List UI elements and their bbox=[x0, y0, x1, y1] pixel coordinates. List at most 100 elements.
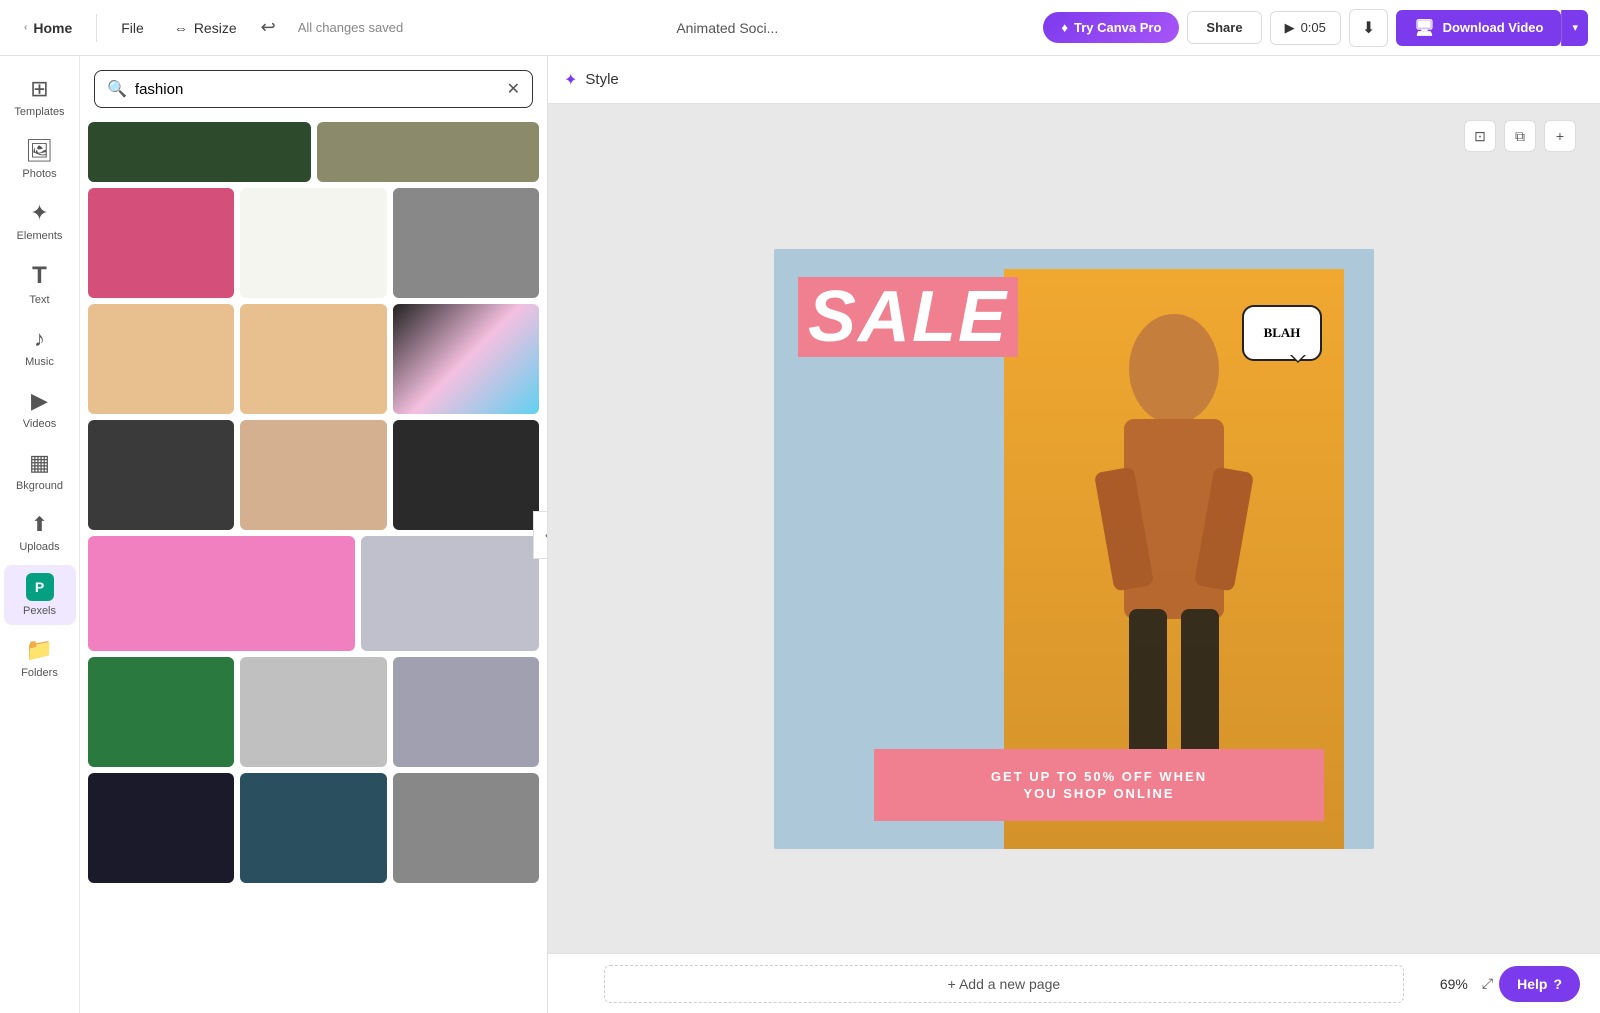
download-dropdown-button[interactable]: ▾ bbox=[1561, 10, 1588, 46]
hide-panel-button[interactable]: ‹ bbox=[533, 511, 548, 559]
sidebar-item-background[interactable]: ▦ Bkground bbox=[4, 442, 76, 500]
list-item[interactable] bbox=[88, 773, 234, 883]
home-button[interactable]: ‹ Home bbox=[12, 14, 84, 42]
photos-icon: 🖼 bbox=[26, 138, 54, 164]
resize-icon: ⇔ bbox=[174, 20, 188, 36]
design-bottom-block[interactable]: GET UP TO 50% OFF WHEN YOU SHOP ONLINE bbox=[874, 749, 1324, 821]
file-label: File bbox=[121, 20, 144, 36]
list-item[interactable] bbox=[88, 657, 234, 767]
list-item[interactable] bbox=[88, 536, 355, 651]
file-button[interactable]: File bbox=[109, 14, 156, 42]
add-page-top-button[interactable]: + bbox=[1544, 120, 1576, 152]
play-button[interactable]: ▶ 0:05 bbox=[1270, 11, 1341, 45]
search-bar: 🔍 ✕ bbox=[80, 56, 547, 118]
sidebar-item-templates[interactable]: ⊞ Templates bbox=[4, 68, 76, 126]
image-grid bbox=[80, 118, 547, 1013]
canvas-controls: ⊡ ⧉ + bbox=[1464, 120, 1576, 152]
zoom-level: 69% bbox=[1440, 976, 1468, 992]
zoom-controls: 69% ⤢ bbox=[1440, 971, 1499, 996]
download-video-button[interactable]: 🖥 Download Video bbox=[1396, 10, 1561, 46]
list-item[interactable] bbox=[240, 420, 386, 530]
list-item[interactable] bbox=[240, 188, 386, 298]
list-item[interactable] bbox=[393, 420, 539, 530]
frame-button[interactable]: ⊡ bbox=[1464, 120, 1496, 152]
background-label: Bkground bbox=[16, 480, 63, 492]
style-bar: ✦ Style bbox=[548, 56, 1600, 104]
play-icon: ▶ bbox=[1285, 20, 1295, 36]
left-sidebar: ⊞ Templates 🖼 Photos ✦ Elements T Text ♪… bbox=[0, 56, 80, 1013]
sidebar-item-folders[interactable]: 📁 Folders bbox=[4, 629, 76, 687]
photos-label: Photos bbox=[22, 168, 56, 180]
grid-col-15 bbox=[88, 773, 234, 883]
list-item[interactable] bbox=[88, 420, 234, 530]
list-item[interactable] bbox=[240, 773, 386, 883]
list-item[interactable] bbox=[317, 122, 540, 182]
sidebar-item-uploads[interactable]: ⬆ Uploads bbox=[4, 504, 76, 561]
download-video-label: Download Video bbox=[1443, 20, 1544, 35]
chevron-left-icon: ‹ bbox=[24, 22, 27, 33]
home-label: Home bbox=[33, 20, 72, 36]
background-icon: ▦ bbox=[29, 450, 50, 476]
list-item[interactable] bbox=[393, 657, 539, 767]
folders-icon: 📁 bbox=[26, 637, 53, 663]
sidebar-item-photos[interactable]: 🖼 Photos bbox=[4, 130, 76, 188]
help-button[interactable]: Help ? bbox=[1499, 966, 1580, 1002]
list-item[interactable] bbox=[393, 773, 539, 883]
add-page-button[interactable]: + Add a new page bbox=[604, 965, 1404, 1003]
share-button[interactable]: Share bbox=[1187, 11, 1261, 44]
pro-button[interactable]: ♦ Try Canva Pro bbox=[1043, 12, 1179, 43]
grid-col-4 bbox=[88, 304, 234, 414]
speech-bubble-text: BLAH bbox=[1242, 305, 1322, 361]
clear-search-button[interactable]: ✕ bbox=[507, 79, 520, 99]
share-label: Share bbox=[1206, 20, 1242, 35]
search-input-wrap: 🔍 ✕ bbox=[94, 70, 533, 108]
copy-button[interactable]: ⧉ bbox=[1504, 120, 1536, 152]
zoom-expand-button[interactable]: ⤢ bbox=[1476, 971, 1499, 996]
download-icon-button[interactable]: ⬇ bbox=[1349, 9, 1388, 47]
download-arrow-icon: ⬇ bbox=[1362, 20, 1375, 37]
grid-col-8 bbox=[240, 420, 386, 530]
design-speech-bubble[interactable]: BLAH bbox=[1242, 305, 1322, 365]
sidebar-item-elements[interactable]: ✦ Elements bbox=[4, 192, 76, 250]
search-input[interactable] bbox=[135, 81, 499, 98]
list-item[interactable] bbox=[393, 304, 539, 414]
main-layout: ⊞ Templates 🖼 Photos ✦ Elements T Text ♪… bbox=[0, 56, 1600, 1013]
help-label: Help bbox=[1517, 976, 1547, 992]
design-bottom-line2: YOU SHOP ONLINE bbox=[1023, 786, 1174, 801]
copy-icon: ⧉ bbox=[1515, 128, 1525, 145]
list-item[interactable] bbox=[88, 304, 234, 414]
design-frame[interactable]: SALE BLAH GET UP TO 50% OFF WHEN YOU SHO… bbox=[774, 249, 1374, 849]
pro-label: Try Canva Pro bbox=[1074, 20, 1161, 35]
list-item[interactable] bbox=[240, 657, 386, 767]
canvas-area: ✦ Style ⊡ ⧉ + bbox=[548, 56, 1600, 1013]
resize-button[interactable]: ⇔ Resize bbox=[164, 14, 247, 42]
sidebar-item-music[interactable]: ♪ Music bbox=[4, 318, 76, 376]
sidebar-item-text[interactable]: T Text bbox=[4, 254, 76, 314]
undo-icon: ↩ bbox=[261, 17, 276, 37]
grid-col-5 bbox=[240, 304, 386, 414]
monitor-icon: 🖥 bbox=[1414, 18, 1434, 38]
grid-col-3 bbox=[393, 188, 539, 298]
text-icon: T bbox=[32, 262, 47, 290]
play-time: 0:05 bbox=[1301, 20, 1326, 35]
design-sale-text: SALE bbox=[808, 281, 1008, 353]
list-item[interactable] bbox=[240, 304, 386, 414]
list-item[interactable] bbox=[88, 188, 234, 298]
list-item[interactable] bbox=[393, 188, 539, 298]
grid-col-16 bbox=[240, 773, 386, 883]
canvas-viewport[interactable]: ⊡ ⧉ + bbox=[548, 104, 1600, 953]
list-item[interactable] bbox=[361, 536, 539, 651]
sidebar-item-pexels[interactable]: P Pexels bbox=[4, 565, 76, 625]
nav-divider bbox=[96, 14, 97, 42]
elements-icon: ✦ bbox=[30, 200, 48, 226]
list-item[interactable] bbox=[88, 122, 311, 182]
navbar: ‹ Home File ⇔ Resize ↩ All changes saved… bbox=[0, 0, 1600, 56]
undo-button[interactable]: ↩ bbox=[255, 11, 282, 44]
sidebar-item-videos[interactable]: ▶ Videos bbox=[4, 380, 76, 438]
folders-label: Folders bbox=[21, 667, 58, 679]
design-sale-block[interactable]: SALE bbox=[798, 277, 1018, 357]
music-label: Music bbox=[25, 356, 54, 368]
resize-label: Resize bbox=[194, 20, 237, 36]
pexels-logo: P bbox=[26, 573, 54, 601]
grid-col-10 bbox=[88, 536, 355, 651]
